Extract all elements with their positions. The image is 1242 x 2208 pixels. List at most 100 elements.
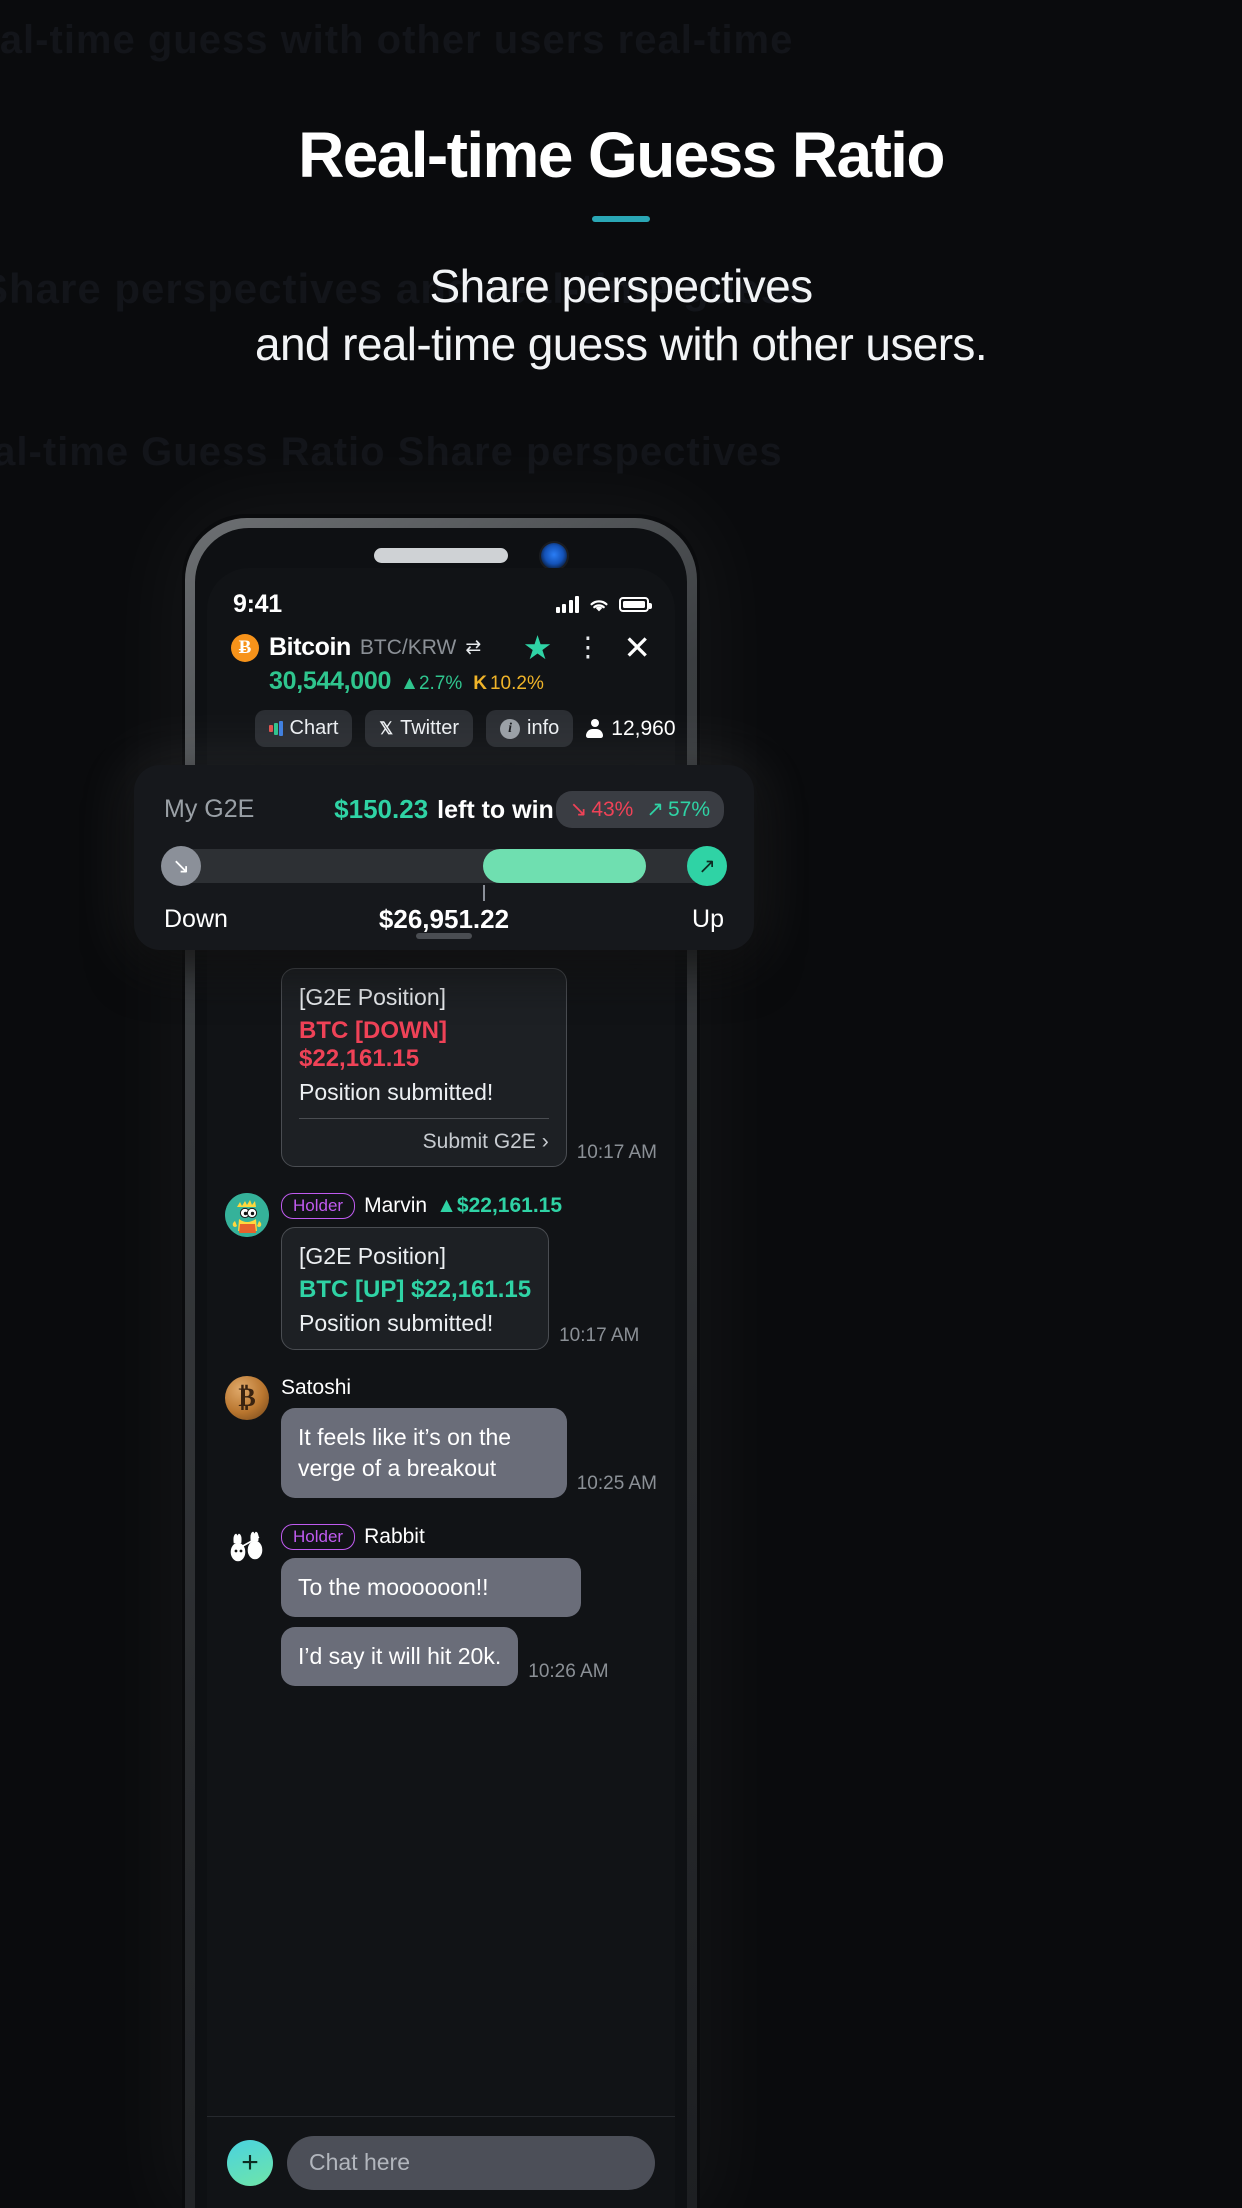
slider-current-price: $26,951.22 xyxy=(378,904,510,934)
position-arrow-icon: ▲ xyxy=(436,1194,457,1217)
tab-twitter-label: Twitter xyxy=(400,717,460,739)
tab-twitter[interactable]: 𝕏 Twitter xyxy=(365,710,474,747)
text-bubble[interactable]: To the moooooon!! xyxy=(281,1558,581,1618)
chat-message-satoshi: ₿ Satoshi It feels like it’s on the verg… xyxy=(225,1376,657,1499)
change-percent: 2.7% xyxy=(418,673,463,694)
ratio-down-value: 43% xyxy=(591,797,634,821)
swap-pair-icon[interactable]: ⇄ xyxy=(465,636,481,659)
holder-badge: Holder xyxy=(281,1193,356,1219)
submit-g2e-label: Submit G2E xyxy=(422,1130,536,1153)
bubble-with-time: [G2E Position] BTC [UP] $22,161.15 Posit… xyxy=(281,1227,639,1350)
viewer-count: 12,960 xyxy=(586,717,675,741)
slider-knob-down[interactable]: ↘ xyxy=(161,846,201,886)
message-time: 10:17 AM xyxy=(576,1142,657,1163)
price-change: ▲2.7% xyxy=(400,673,462,695)
slider-knob-up[interactable]: ↗ xyxy=(687,846,727,886)
guess-ratio-badge: ↘ 43% ↗ 57% xyxy=(555,791,724,828)
arrow-up-right-icon: ↗ xyxy=(646,798,664,821)
message-header: Holder Rabbit xyxy=(281,1524,609,1551)
person-icon xyxy=(586,718,604,739)
position-subtext: Position submitted! xyxy=(299,1310,494,1336)
slider-fill xyxy=(483,849,646,883)
bar-chart-icon xyxy=(269,721,283,736)
user-name: Rabbit xyxy=(364,1525,425,1549)
text-bubble[interactable]: It feels like it’s on the verge of a bre… xyxy=(281,1408,567,1499)
position-title: [G2E Position] xyxy=(299,984,447,1010)
ratio-up-value: 57% xyxy=(667,797,710,821)
status-bar: 9:41 xyxy=(207,568,675,623)
guess-slider[interactable]: ↘ ↗ xyxy=(161,846,727,901)
tab-chip-row: Chart 𝕏 Twitter i info 12,960 xyxy=(231,696,675,747)
chat-message-rabbit: Holder Rabbit To the moooooon!! I’d say … xyxy=(225,1524,657,1687)
g2e-header: My G2E $150.23 left to win ↘ 43% ↗ 57% xyxy=(164,791,724,828)
more-options-icon[interactable]: ⋮ xyxy=(574,634,601,661)
position-subtext: Position submitted! xyxy=(299,1079,494,1105)
position-direction: BTC [DOWN] $22,161.15 xyxy=(299,1017,447,1072)
bubble-with-time: [G2E Position] BTC [DOWN] $22,161.15 Pos… xyxy=(281,968,657,1167)
phone-speaker xyxy=(374,548,508,563)
user-name: Satoshi xyxy=(281,1376,352,1399)
text-bubble[interactable]: I’d say it will hit 20k. xyxy=(281,1627,519,1687)
signal-bars-icon xyxy=(555,596,579,613)
arrow-down-right-icon: ↘ xyxy=(569,798,588,821)
marvin-avatar[interactable] xyxy=(225,1193,269,1237)
message-body: [G2E Position] BTC [DOWN] $22,161.15 Pos… xyxy=(281,968,657,1167)
coin-name: Bitcoin xyxy=(269,633,351,661)
phone-camera xyxy=(539,541,569,571)
ratio-down: ↘ 43% xyxy=(570,797,634,822)
x-twitter-icon: 𝕏 xyxy=(379,718,394,738)
holder-badge: Holder xyxy=(281,1524,356,1551)
message-body: Holder Rabbit To the moooooon!! I’d say … xyxy=(281,1524,609,1687)
ratio-up: ↗ 57% xyxy=(646,797,710,822)
message-header: Satoshi xyxy=(281,1376,657,1400)
g2e-amount-group: $150.23 left to win xyxy=(334,794,554,825)
chat-input[interactable]: Chat here xyxy=(287,2135,655,2190)
message-time: 10:25 AM xyxy=(576,1473,657,1495)
position-direction: BTC [UP] $22,161.15 xyxy=(299,1276,532,1303)
subtitle-line-2: and real-time guess with other users. xyxy=(254,317,988,370)
tab-chart-label: Chart xyxy=(289,717,339,739)
kimchi-premium-percent: 10.2% xyxy=(489,673,544,694)
slider-track[interactable] xyxy=(164,849,724,883)
user-name: Marvin xyxy=(364,1194,428,1217)
position-title: [G2E Position] xyxy=(299,1243,447,1269)
page-title: Real-time Guess Ratio xyxy=(298,119,945,191)
viewer-count-value: 12,960 xyxy=(611,716,675,740)
bubble-stack: To the moooooon!! I’d say it will hit 20… xyxy=(281,1558,609,1687)
position-value: $22,161.15 xyxy=(456,1194,563,1217)
chevron-right-icon: › xyxy=(541,1130,549,1153)
tab-info[interactable]: i info xyxy=(486,710,574,747)
favorite-star-icon[interactable]: ★ xyxy=(523,631,553,664)
my-g2e-card: My G2E $150.23 left to win ↘ 43% ↗ 57% ↘ ↗… xyxy=(134,765,754,950)
subtitle-line-1: Share perspectives xyxy=(429,260,814,312)
kimchi-premium-mark: K xyxy=(473,673,487,694)
current-price: 30,544,000 xyxy=(269,667,392,695)
bitcoin-logo-icon: Ƀ xyxy=(231,633,259,662)
position-bubble[interactable]: [G2E Position] BTC [DOWN] $22,161.15 Pos… xyxy=(281,968,567,1167)
g2e-amount-suffix: left to win xyxy=(437,796,554,824)
ghost-line-3: Real-time Guess Ratio Share perspectives xyxy=(0,430,783,474)
wifi-icon xyxy=(590,599,608,611)
submit-g2e-button[interactable]: Submit G2E › xyxy=(299,1119,549,1154)
chat-message-marvin: Holder Marvin ▲$22,161.15 [G2E Position]… xyxy=(225,1193,657,1350)
message-header: Holder Marvin ▲$22,161.15 xyxy=(281,1193,639,1219)
position-bubble[interactable]: [G2E Position] BTC [UP] $22,161.15 Posit… xyxy=(281,1227,550,1350)
message-body: Satoshi It feels like it’s on the verge … xyxy=(281,1376,657,1499)
info-circle-icon: i xyxy=(500,718,521,739)
add-attachment-button[interactable]: + xyxy=(227,2139,273,2186)
ticker-name-row: Ƀ Bitcoin BTC/KRW ⇄ ★ ⋮ ✕ xyxy=(231,631,651,664)
tab-chart[interactable]: Chart xyxy=(255,710,353,747)
status-time: 9:41 xyxy=(233,590,282,618)
card-drag-handle[interactable] xyxy=(416,933,472,939)
message-time: 10:17 AM xyxy=(559,1325,640,1346)
tab-info-label: info xyxy=(527,717,560,739)
header-actions: ★ ⋮ ✕ xyxy=(523,631,651,664)
satoshi-avatar[interactable]: ₿ xyxy=(225,1376,269,1420)
promo-page: real-time guess with other users real-ti… xyxy=(0,0,1242,2208)
g2e-label: My G2E xyxy=(164,795,255,823)
chat-list[interactable]: [G2E Position] BTC [DOWN] $22,161.15 Pos… xyxy=(207,968,675,2208)
bubble-with-time: I’d say it will hit 20k. 10:26 AM xyxy=(281,1627,609,1687)
g2e-amount: $150.23 xyxy=(334,794,429,824)
close-icon[interactable]: ✕ xyxy=(623,631,651,664)
rabbit-avatar[interactable] xyxy=(225,1524,269,1568)
